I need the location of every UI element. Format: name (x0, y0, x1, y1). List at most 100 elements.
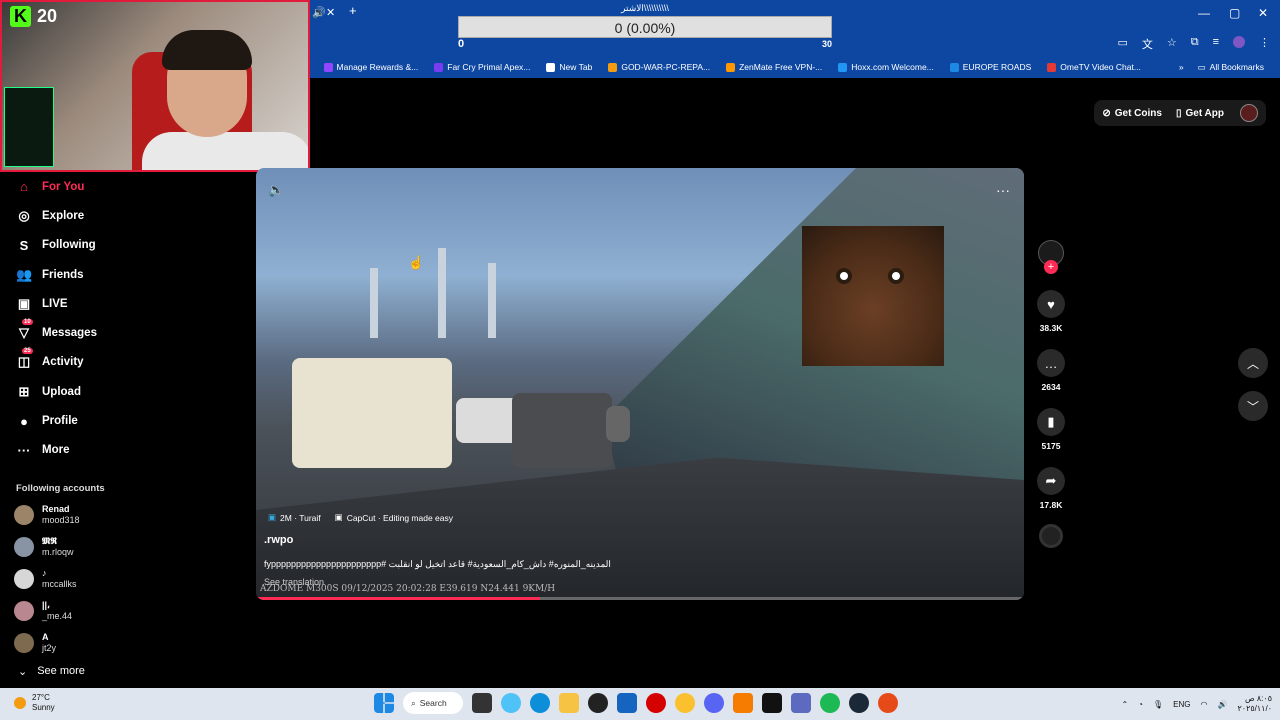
taskbar-search[interactable]: ⌕ Search (403, 692, 463, 714)
all-bookmarks-button[interactable]: ▭ All Bookmarks (1198, 62, 1264, 73)
nav-item-live[interactable]: ▣ LIVE (0, 289, 240, 318)
bookmark-item[interactable]: Hoxx.com Welcome... (838, 62, 934, 72)
following-account[interactable]: Ajt2y (0, 627, 240, 659)
microphone-icon[interactable]: 🎙 (1153, 700, 1163, 709)
nav-item-explore[interactable]: ◎ Explore (0, 201, 240, 230)
edge-icon[interactable] (530, 693, 550, 713)
new-tab-button[interactable]: + (349, 3, 357, 18)
user-avatar[interactable] (1240, 104, 1258, 122)
nav-item-for-you[interactable]: ⌂ For You (0, 172, 240, 201)
nav-icon: ⊞ (16, 384, 32, 400)
bookmark-favicon-icon (838, 62, 848, 72)
nav-item-messages[interactable]: ▽ 10 Messages (0, 318, 240, 347)
wifi-icon[interactable]: ◠ (1201, 700, 1208, 709)
video-progress-track[interactable] (256, 597, 1024, 600)
all-bookmarks-label: All Bookmarks (1209, 62, 1264, 72)
kick-badge: K 20 (10, 6, 57, 27)
spotify-icon[interactable] (820, 693, 840, 713)
tab-close-button[interactable]: ✕ (326, 6, 335, 19)
see-more-button[interactable]: ⌄ See more (0, 665, 240, 678)
location-tag[interactable]: ▣ 2M · Turaif (268, 512, 321, 523)
start-icon[interactable] (374, 693, 394, 713)
tiktok-sidebar: ⌂ For You ◎ Explore S Following 👥 Friends ▣ LIVE ▽… (0, 172, 240, 678)
app-icon[interactable] (733, 693, 753, 713)
nav-item-activity[interactable]: ◫ 25 Activity (0, 348, 240, 377)
menu-icon[interactable]: ⋮ (1259, 36, 1270, 52)
teams-icon[interactable] (791, 693, 811, 713)
network-app-icon[interactable]: ◔ (1138, 700, 1143, 709)
music-disc-icon[interactable] (1039, 524, 1063, 548)
bookmark-label: GOD-WAR-PC-REPA... (621, 62, 711, 72)
video-player[interactable]: 🔈 ··· ▣ 2M · Turaif ▣ CapCut · Editing mad… (256, 168, 1024, 600)
folder-icon: ▭ (1197, 61, 1206, 72)
copilot-icon[interactable] (501, 693, 521, 713)
following-account[interactable]: ||، _me.44 (0, 595, 240, 627)
game-app-icon[interactable] (878, 693, 898, 713)
bookmark-item[interactable]: New Tab (546, 62, 592, 72)
extensions-icon[interactable]: ⧉ (1191, 36, 1199, 52)
store-icon[interactable] (617, 693, 637, 713)
nav-item-following[interactable]: S Following (0, 231, 240, 260)
get-coins-button[interactable]: ⊘ Get Coins (1102, 108, 1162, 119)
nav-item-friends[interactable]: 👥 Friends (0, 260, 240, 289)
tab-audio-icon[interactable]: 🔊 (312, 6, 326, 19)
save-action[interactable]: ▮ 5175 (1037, 408, 1065, 451)
file-explorer-icon[interactable] (559, 693, 579, 713)
profile-icon[interactable] (1233, 36, 1245, 48)
minimize-button[interactable]: — (1198, 6, 1210, 20)
following-account[interactable]: ♪ mccallks (0, 563, 240, 595)
capcut-tag[interactable]: ▣ CapCut · Editing made easy (335, 512, 453, 523)
task-view-icon[interactable] (472, 693, 492, 713)
account-name: ♪ (42, 567, 47, 578)
see-translation-link[interactable]: See translation (264, 577, 324, 587)
clock[interactable]: ٨:٠٥ ص ٢٠٢٥/١١/٠ (1237, 694, 1272, 714)
bookmark-item[interactable]: Far Cry Primal Apex... (434, 62, 530, 72)
nav-label: Profile (42, 415, 78, 428)
bookmark-item[interactable]: OmeTV Video Chat... (1047, 62, 1141, 72)
speaker-icon[interactable]: 🔊 (1218, 700, 1228, 709)
bookmark-item[interactable]: Manage Rewards &... (323, 62, 418, 72)
epic-games-icon[interactable] (762, 693, 782, 713)
bookmark-label: OmeTV Video Chat... (1060, 62, 1141, 72)
goal-scale: 0 30 (458, 38, 832, 52)
cast-icon[interactable]: ▭ (1117, 36, 1127, 52)
obs-icon[interactable] (588, 693, 608, 713)
nav-item-more[interactable]: ··· More (0, 436, 240, 465)
bookmarks-overflow-button[interactable]: » (1179, 62, 1184, 72)
following-account[interactable]: 𝕸𝕽 m.rloqw (0, 531, 240, 563)
translate-icon[interactable]: 文 (1142, 36, 1153, 52)
media-icon[interactable]: ≡ (1213, 36, 1219, 52)
like-action[interactable]: ♥ 38.3K (1037, 290, 1065, 333)
tray-overflow-icon[interactable]: ⌃ (1121, 700, 1128, 709)
share-action[interactable]: ➦ 17.8K (1037, 467, 1065, 510)
get-app-button[interactable]: ▯ Get App (1176, 108, 1224, 119)
white-van (292, 358, 452, 468)
close-window-button[interactable]: ✕ (1258, 6, 1268, 20)
steam-icon[interactable] (849, 693, 869, 713)
comment-count: 2634 (1041, 382, 1061, 392)
following-account[interactable]: Renad mood318 (0, 499, 240, 531)
nav-icon: ▣ (16, 296, 32, 312)
bookmark-item[interactable]: EUROPE ROADS (949, 62, 1031, 72)
language-indicator[interactable]: ENG (1173, 700, 1190, 709)
video-author[interactable]: .rwpo (264, 534, 293, 546)
chrome-icon[interactable] (675, 693, 695, 713)
opera-icon[interactable] (646, 693, 666, 713)
nav-item-profile[interactable]: ● Profile (0, 406, 240, 435)
star-icon[interactable]: ☆ (1167, 36, 1177, 52)
bookmark-item[interactable]: ZenMate Free VPN-... (726, 62, 822, 72)
weather-widget[interactable]: 27°C Sunny (14, 693, 55, 713)
nav-icon: ··· (16, 443, 32, 458)
discord-icon[interactable] (704, 693, 724, 713)
next-video-button[interactable]: ﹀ (1238, 391, 1268, 421)
more-options-icon[interactable]: ··· (996, 182, 1010, 198)
previous-video-button[interactable]: ︿ (1238, 348, 1268, 378)
nav-glyph: ⊞ (18, 383, 30, 399)
nav-item-upload[interactable]: ⊞ Upload (0, 377, 240, 406)
bookmark-item[interactable]: GOD-WAR-PC-REPA... (608, 62, 710, 72)
comment-action[interactable]: … 2634 (1037, 349, 1065, 392)
follow-button[interactable]: + (1044, 260, 1058, 274)
get-coins-label: Get Coins (1114, 107, 1162, 119)
volume-icon[interactable]: 🔈 (268, 182, 284, 198)
restore-button[interactable]: ▢ (1229, 6, 1240, 20)
